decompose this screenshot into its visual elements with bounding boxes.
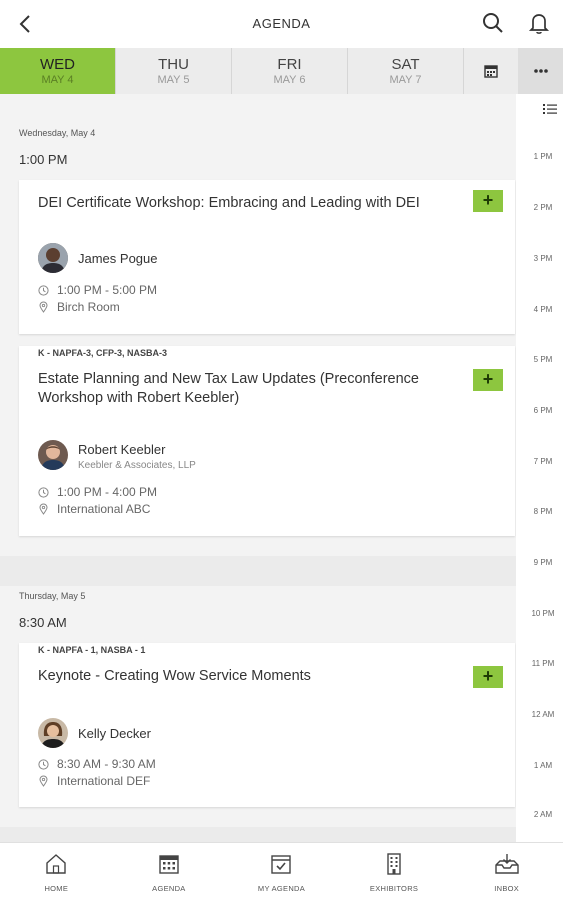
- add-to-agenda-button[interactable]: +: [473, 369, 503, 391]
- avatar: [38, 243, 68, 273]
- timeline-hour[interactable]: 9 PM: [523, 558, 563, 567]
- calendar-icon: [484, 65, 498, 78]
- section-time-label: 1:00 PM: [19, 152, 68, 167]
- timeline-hour[interactable]: 4 PM: [523, 305, 563, 314]
- avatar: [38, 718, 68, 748]
- session-location-text: International ABC: [57, 502, 151, 516]
- session-title: Keynote - Creating Wow Service Moments: [38, 668, 311, 684]
- tab-wed[interactable]: WED MAY 4: [0, 48, 116, 94]
- section-time-label: 8:30 AM: [19, 615, 67, 630]
- speaker-name[interactable]: Robert Keebler: [78, 442, 165, 457]
- nav-my-agenda[interactable]: MY AGENDA: [225, 843, 338, 900]
- day-name: SAT: [391, 56, 420, 73]
- bell-icon[interactable]: [526, 10, 552, 36]
- timeline-hour[interactable]: 7 PM: [523, 457, 563, 466]
- day-name: THU: [158, 56, 189, 73]
- day-date: MAY 5: [157, 74, 190, 86]
- nav-label: INBOX: [494, 884, 520, 893]
- inbox-icon: [494, 854, 519, 874]
- section-day-label: Thursday, May 5: [19, 591, 86, 601]
- location-pin-icon: [39, 301, 48, 313]
- tab-thu[interactable]: THU MAY 5: [116, 48, 232, 94]
- timeline-hour[interactable]: 8 PM: [523, 507, 563, 516]
- day-name: FRI: [277, 56, 302, 73]
- session-title: DEI Certificate Workshop: Embracing and …: [38, 195, 420, 211]
- timeline-hour[interactable]: 1 PM: [523, 152, 563, 161]
- session-card[interactable]: DEI Certificate Workshop: Embracing and …: [19, 180, 515, 334]
- timeline-hour[interactable]: 2 PM: [523, 203, 563, 212]
- section-divider: [0, 827, 516, 842]
- day-date: MAY 4: [41, 74, 74, 86]
- nav-label: AGENDA: [152, 884, 186, 893]
- session-location-text: International DEF: [57, 774, 151, 788]
- page-title: AGENDA: [252, 16, 311, 31]
- add-to-agenda-button[interactable]: +: [473, 666, 503, 688]
- session-location: Birch Room: [38, 300, 120, 314]
- nav-label: MY AGENDA: [257, 884, 306, 893]
- session-card[interactable]: K - NAPFA-3, CFP-3, NASBA-3 Estate Plann…: [19, 346, 515, 536]
- day-tabs: WED MAY 4 THU MAY 5 FRI MAY 6 SAT MAY 7: [0, 48, 563, 94]
- calendar-icon: [159, 855, 179, 874]
- agenda-list[interactable]: Wednesday, May 4 1:00 PM DEI Certificate…: [0, 94, 516, 842]
- day-date: MAY 6: [273, 74, 306, 86]
- section-day-label: Wednesday, May 4: [19, 128, 96, 138]
- nav-exhibitors[interactable]: EXHIBITORS: [338, 843, 451, 900]
- nav-inbox[interactable]: INBOX: [450, 843, 563, 900]
- session-time: 1:00 PM - 5:00 PM: [38, 283, 157, 297]
- session-credits: K - NAPFA-3, CFP-3, NASBA-3: [38, 348, 168, 358]
- location-pin-icon: [39, 775, 48, 787]
- section-divider: [0, 556, 516, 586]
- tab-fri[interactable]: FRI MAY 6: [232, 48, 348, 94]
- session-time-text: 1:00 PM - 5:00 PM: [57, 283, 158, 297]
- list-view-icon[interactable]: [543, 103, 557, 115]
- day-date: MAY 7: [389, 74, 422, 86]
- timeline-hour[interactable]: 12 AM: [523, 710, 563, 719]
- timeline-hour[interactable]: 6 PM: [523, 406, 563, 415]
- timeline-hour[interactable]: 11 PM: [523, 659, 563, 668]
- tab-sat[interactable]: SAT MAY 7: [348, 48, 464, 94]
- day-name: WED: [40, 56, 75, 73]
- add-to-agenda-button[interactable]: +: [473, 190, 503, 212]
- more-button[interactable]: [518, 48, 563, 94]
- timeline-hour[interactable]: 3 PM: [523, 254, 563, 263]
- speaker-name[interactable]: James Pogue: [78, 251, 158, 266]
- bottom-navigation: HOME AGENDA MY AGENDA EXHIBITORS INBOX: [0, 842, 563, 900]
- building-icon: [387, 853, 401, 875]
- session-location: International ABC: [38, 502, 150, 516]
- location-pin-icon: [39, 503, 48, 515]
- session-time-text: 1:00 PM - 4:00 PM: [57, 485, 158, 499]
- timeline-hour[interactable]: 5 PM: [523, 355, 563, 364]
- avatar-james-pogue-image: [38, 243, 68, 273]
- session-title: Estate Planning and New Tax Law Updates …: [38, 371, 419, 406]
- app-header: AGENDA: [0, 0, 563, 48]
- session-card[interactable]: K - NAPFA - 1, NASBA - 1 Keynote - Creat…: [19, 643, 515, 807]
- session-time-text: 8:30 AM - 9:30 AM: [57, 757, 156, 771]
- more-dots-icon: [533, 69, 548, 73]
- session-location: International DEF: [38, 774, 150, 788]
- speaker-organization: Keebler & Associates, LLP: [78, 460, 196, 471]
- session-credits: K - NAPFA - 1, NASBA - 1: [38, 645, 146, 655]
- timeline-hour[interactable]: 2 AM: [523, 810, 563, 819]
- session-location-text: Birch Room: [57, 300, 120, 314]
- clock-icon: [38, 486, 49, 498]
- calendar-check-icon: [271, 855, 292, 874]
- session-time: 8:30 AM - 9:30 AM: [38, 757, 156, 771]
- search-icon[interactable]: [480, 10, 506, 36]
- session-time: 1:00 PM - 4:00 PM: [38, 485, 157, 499]
- home-icon: [46, 854, 66, 874]
- nav-label: HOME: [44, 884, 69, 893]
- avatar-robert-keebler-image: [38, 440, 68, 470]
- avatar-kelly-decker-image: [38, 718, 68, 748]
- speaker-name[interactable]: Kelly Decker: [78, 726, 151, 741]
- clock-icon: [38, 284, 49, 296]
- nav-label: EXHIBITORS: [369, 884, 419, 893]
- clock-icon: [38, 758, 49, 770]
- nav-agenda[interactable]: AGENDA: [113, 843, 226, 900]
- nav-home[interactable]: HOME: [0, 843, 113, 900]
- timeline-hour[interactable]: 1 AM: [523, 761, 563, 770]
- timeline-hour[interactable]: 10 PM: [523, 609, 563, 618]
- avatar: [38, 440, 68, 470]
- calendar-picker-button[interactable]: [464, 48, 518, 94]
